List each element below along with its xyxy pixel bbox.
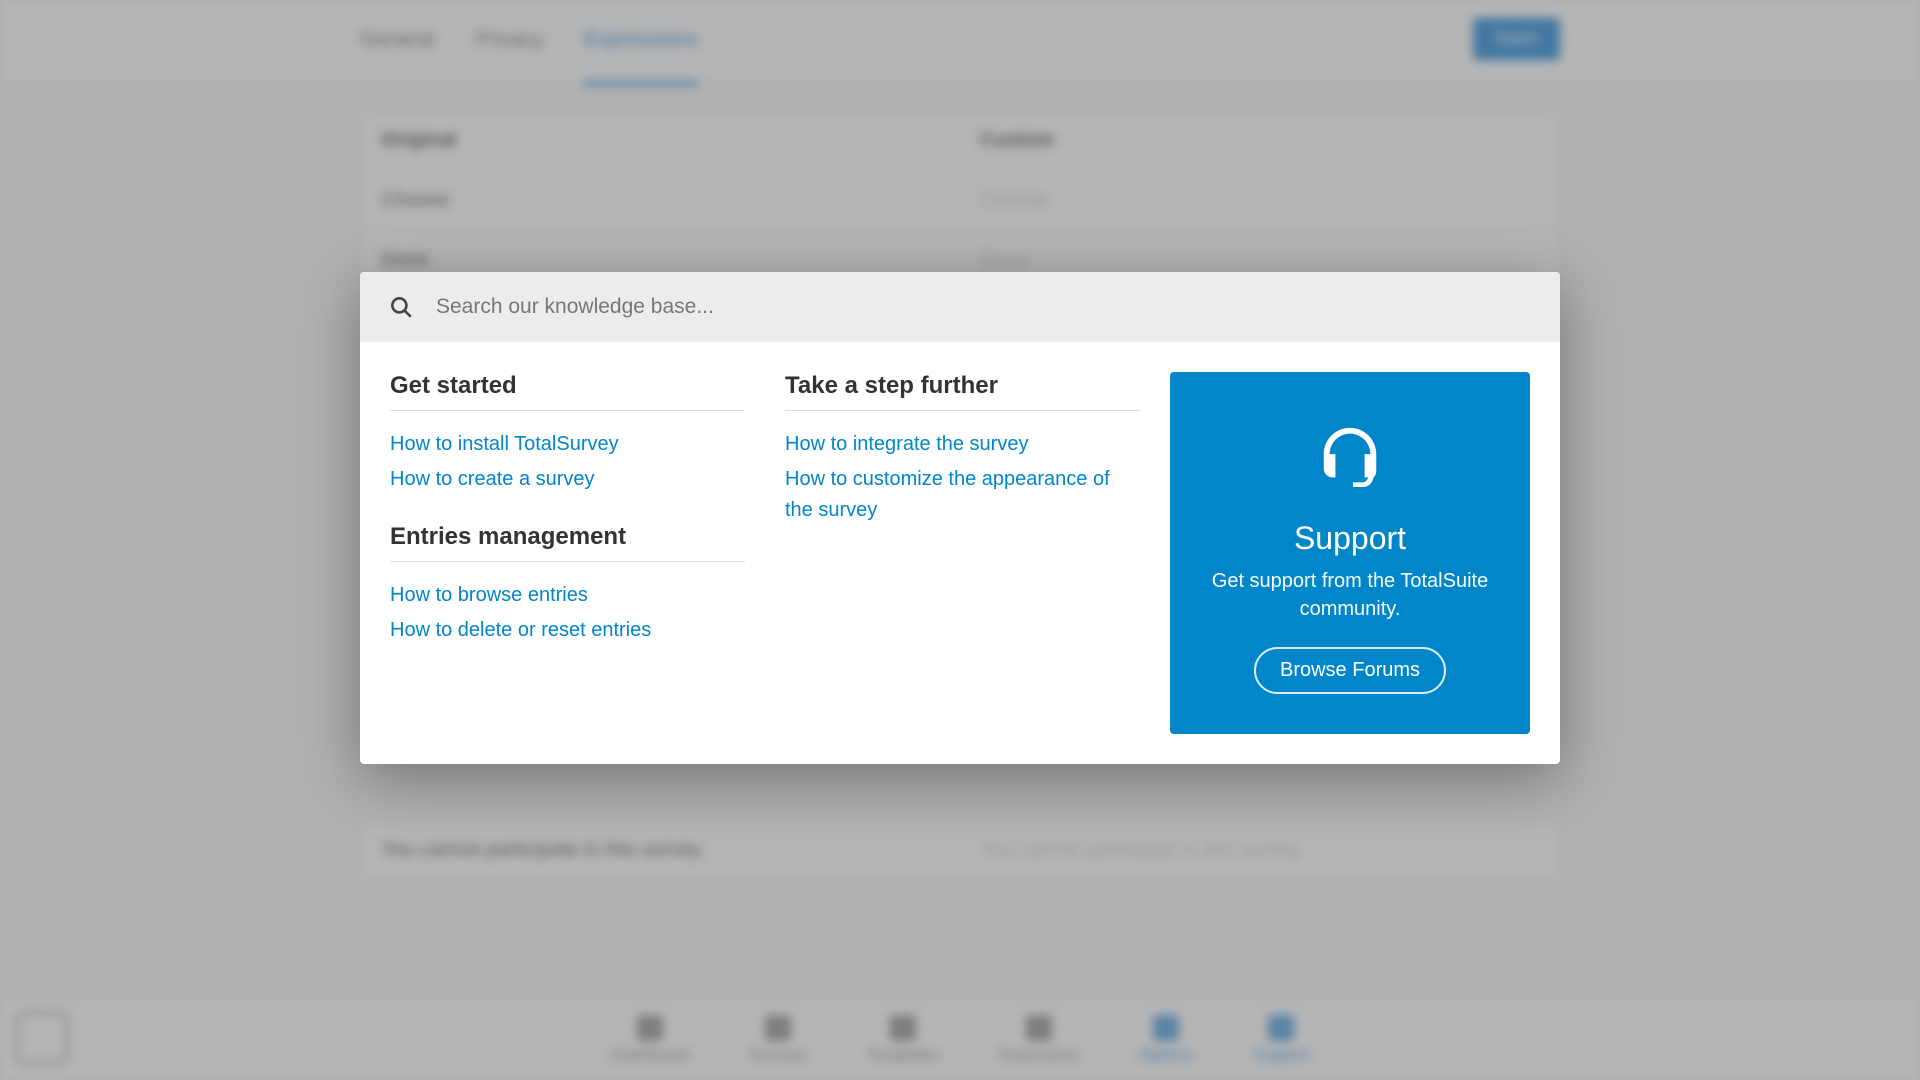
kb-columns: Get started How to install TotalSurvey H…: [390, 372, 1140, 734]
search-input[interactable]: [436, 295, 1532, 319]
modal-body: Get started How to install TotalSurvey H…: [360, 342, 1560, 764]
support-modal: Get started How to install TotalSurvey H…: [360, 272, 1560, 764]
support-desc: Get support from the TotalSuite communit…: [1200, 567, 1500, 623]
kb-link-browse[interactable]: How to browse entries: [390, 580, 745, 611]
search-icon: [388, 294, 414, 320]
kb-col-right: Take a step further How to integrate the…: [785, 372, 1140, 734]
kb-link-create[interactable]: How to create a survey: [390, 464, 745, 495]
kb-col-left: Get started How to install TotalSurvey H…: [390, 372, 745, 734]
kb-link-customize[interactable]: How to customize the appearance of the s…: [785, 464, 1140, 526]
support-title: Support: [1294, 520, 1406, 557]
browse-forums-button[interactable]: Browse Forums: [1254, 647, 1446, 694]
section-further-title: Take a step further: [785, 372, 1140, 411]
kb-link-install[interactable]: How to install TotalSurvey: [390, 429, 745, 460]
section-get-started-title: Get started: [390, 372, 745, 411]
support-card: Support Get support from the TotalSuite …: [1170, 372, 1530, 734]
search-bar: [360, 272, 1560, 342]
section-entries-title: Entries management: [390, 523, 745, 562]
headset-icon: [1315, 422, 1385, 492]
kb-link-delete[interactable]: How to delete or reset entries: [390, 615, 745, 646]
kb-link-integrate[interactable]: How to integrate the survey: [785, 429, 1140, 460]
